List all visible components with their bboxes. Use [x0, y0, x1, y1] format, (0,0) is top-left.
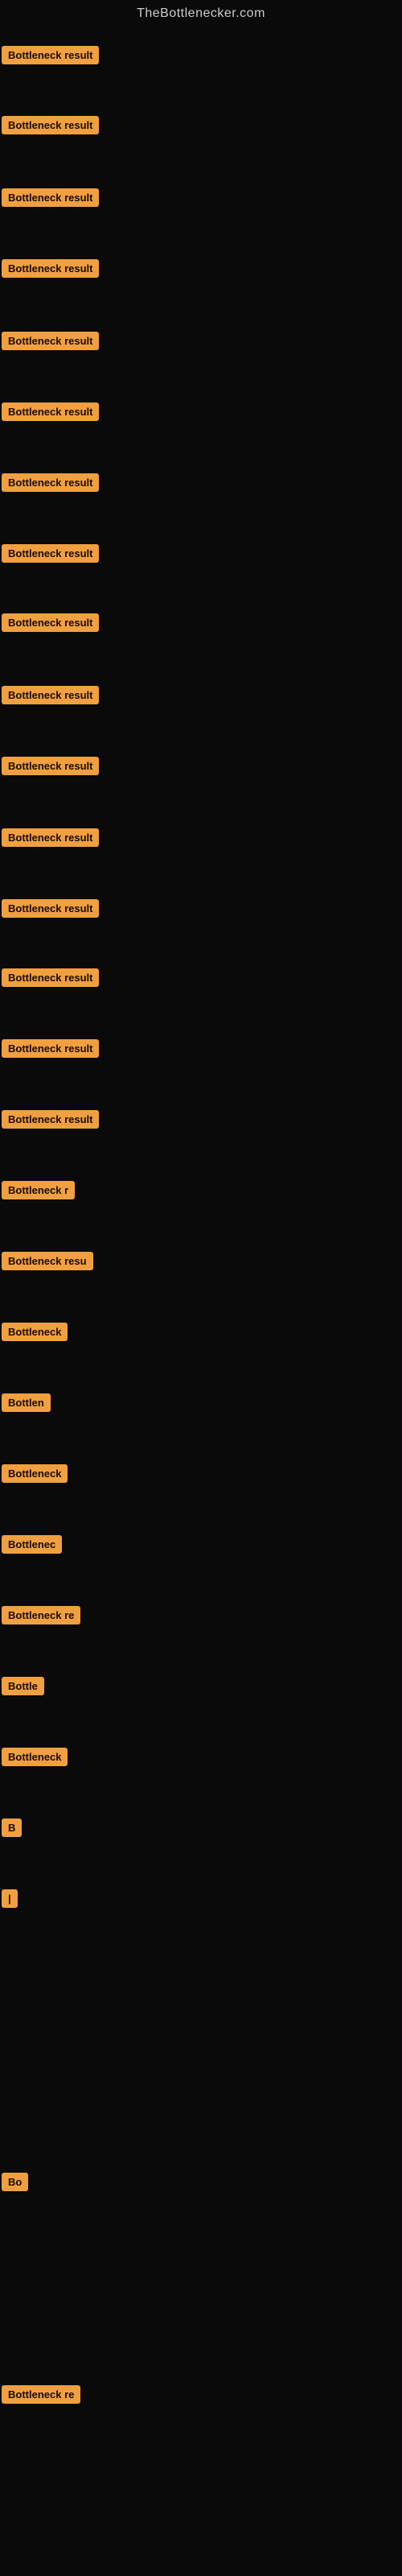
bottleneck-badge: Bottleneck result — [2, 473, 99, 492]
list-item: Bottle — [2, 1677, 44, 1699]
bottleneck-badge: Bottleneck r — [2, 1181, 75, 1199]
bottleneck-badge: Bottleneck — [2, 1323, 68, 1341]
list-item: Bottleneck result — [2, 613, 99, 636]
list-item: Bottlenec — [2, 1535, 62, 1558]
bottleneck-badge: Bottleneck result — [2, 968, 99, 987]
bottleneck-badge: Bottleneck result — [2, 899, 99, 918]
list-item: Bottleneck re — [2, 1606, 80, 1629]
bottleneck-badge: Bottlenec — [2, 1535, 62, 1554]
list-item: Bottleneck result — [2, 332, 99, 354]
site-title: TheBottlenecker.com — [0, 0, 402, 31]
bottleneck-badge: Bottleneck result — [2, 1110, 99, 1129]
bottleneck-badge: B — [2, 1818, 22, 1837]
list-item: Bottleneck result — [2, 116, 99, 138]
bottleneck-badge: Bottleneck result — [2, 332, 99, 350]
bottleneck-badge: Bottleneck result — [2, 544, 99, 563]
list-item: Bottleneck — [2, 1464, 68, 1487]
list-item: Bottleneck — [2, 1748, 68, 1770]
list-item: Bottleneck — [2, 1323, 68, 1345]
bottleneck-badge: Bottleneck — [2, 1748, 68, 1766]
bottleneck-badge: Bottleneck — [2, 1464, 68, 1483]
bottleneck-badge: Bottleneck result — [2, 686, 99, 704]
list-item: Bottleneck result — [2, 188, 99, 211]
list-item: Bottleneck result — [2, 46, 99, 68]
bottleneck-badge: Bottleneck result — [2, 259, 99, 278]
list-item: Bottleneck result — [2, 757, 99, 779]
bottleneck-badge: Bottleneck result — [2, 757, 99, 775]
bottleneck-badge: Bottlen — [2, 1393, 51, 1412]
list-item: Bottleneck r — [2, 1181, 75, 1203]
list-item: Bottleneck resu — [2, 1252, 93, 1274]
list-item: Bottleneck result — [2, 968, 99, 991]
bottleneck-badge: Bottleneck result — [2, 828, 99, 847]
list-item: Bottleneck result — [2, 1039, 99, 1062]
bottleneck-badge: Bottleneck result — [2, 46, 99, 64]
list-item: Bottleneck result — [2, 544, 99, 567]
list-item: Bottleneck result — [2, 899, 99, 922]
bottleneck-badge: Bo — [2, 2173, 28, 2191]
list-item: Bottleneck result — [2, 828, 99, 851]
list-item: Bottleneck result — [2, 473, 99, 496]
bottleneck-badge: Bottleneck result — [2, 1039, 99, 1058]
list-item: Bottlen — [2, 1393, 51, 1416]
list-item: Bo — [2, 2173, 28, 2195]
list-item: Bottleneck result — [2, 402, 99, 425]
bottleneck-badge: Bottle — [2, 1677, 44, 1695]
bottleneck-badge: Bottleneck result — [2, 402, 99, 421]
list-item: Bottleneck result — [2, 686, 99, 708]
list-item: Bottleneck re — [2, 2385, 80, 2408]
list-item: Bottleneck result — [2, 259, 99, 282]
list-item: B — [2, 1818, 22, 1841]
list-item: | — [2, 1889, 18, 1912]
bottleneck-badge: Bottleneck re — [2, 2385, 80, 2404]
bottleneck-badge: Bottleneck result — [2, 613, 99, 632]
bottleneck-badge: Bottleneck resu — [2, 1252, 93, 1270]
bottleneck-badge: Bottleneck result — [2, 116, 99, 134]
bottleneck-badge: | — [2, 1889, 18, 1908]
bottleneck-badge: Bottleneck re — [2, 1606, 80, 1624]
list-item: Bottleneck result — [2, 1110, 99, 1133]
bottleneck-badge: Bottleneck result — [2, 188, 99, 207]
